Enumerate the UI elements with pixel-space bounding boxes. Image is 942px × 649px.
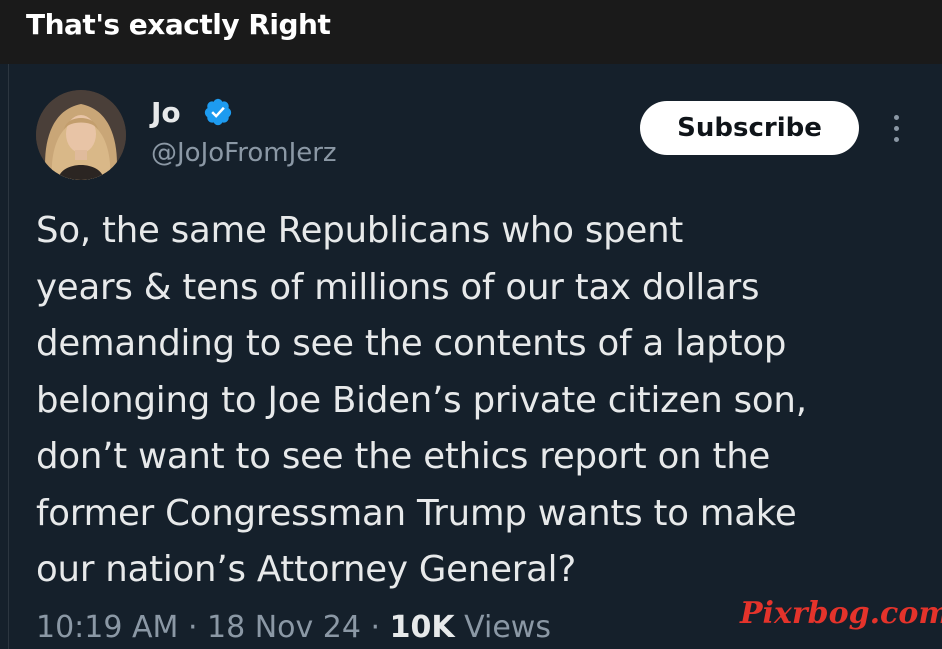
verified-badge-icon <box>203 97 233 127</box>
header-title: That's exactly Right <box>26 8 331 41</box>
header-bar: That's exactly Right <box>0 0 942 64</box>
tweet-time[interactable]: 10:19 AM <box>36 610 178 645</box>
avatar[interactable] <box>36 90 126 180</box>
views-count[interactable]: 10K <box>390 610 455 645</box>
tweet-text: So, the same Republicans who spent years… <box>36 210 807 590</box>
tweet-date[interactable]: 18 Nov 24 <box>207 610 361 645</box>
author-handle[interactable]: @JoJoFromJerz <box>151 138 337 168</box>
more-options-icon[interactable] <box>884 111 908 147</box>
avatar-image <box>36 90 126 180</box>
views-label: Views <box>454 610 551 645</box>
meta-separator: · <box>178 610 208 645</box>
watermark: Pixrbog.com <box>740 596 942 631</box>
display-name[interactable]: Jo <box>151 96 181 129</box>
meta-separator: · <box>361 610 390 645</box>
subscribe-button[interactable]: Subscribe <box>640 101 859 155</box>
tweet-meta: 10:19 AM · 18 Nov 24 · 10K Views <box>36 610 551 645</box>
